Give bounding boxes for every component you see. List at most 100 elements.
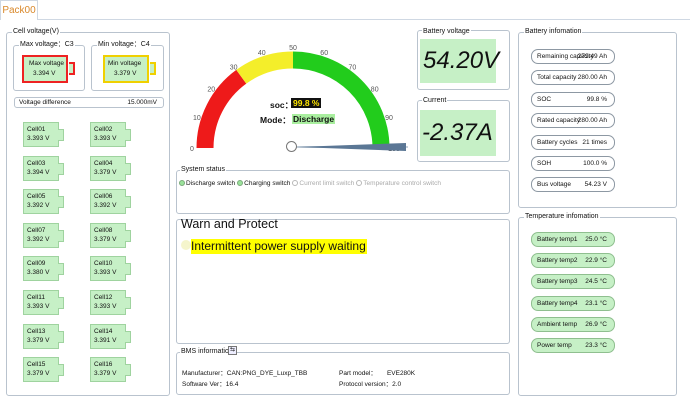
max-voltage-value: 3.394 V	[33, 70, 56, 77]
cell-battery: Cell03 3.394 V	[23, 155, 64, 181]
battery-info-label: SOH	[537, 160, 552, 167]
status-item: Charging switch	[237, 180, 290, 187]
main-content: Cell voltage(V) Max voltage：C3 Max volta…	[0, 20, 690, 403]
temperature-label: Ambient temp	[537, 320, 578, 328]
status-label: Temperature control switch	[363, 180, 441, 187]
cell-name: Cell11	[27, 294, 45, 301]
temperature-value: 25.0 °C	[585, 236, 607, 243]
status-radio-icon	[237, 180, 244, 186]
status-label: Charging switch	[244, 180, 291, 187]
status-item: Current limit switch	[292, 180, 354, 187]
software-label: Software Ver：	[182, 381, 226, 388]
gauge-tick-label: 80	[371, 87, 379, 94]
cell-value: 3.379 V	[94, 168, 117, 176]
battery-info-item: SOC 99.8 %	[531, 91, 615, 107]
model-label: Part model：	[339, 370, 377, 377]
battery-info-item: Remaining capacity 279.49 Ah	[531, 49, 615, 64]
gauge-tick-label: 50	[289, 45, 297, 52]
cell-battery: Cell01 3.393 V	[23, 122, 64, 147]
system-status-items: Discharge switch Charging switch Current l…	[179, 180, 443, 187]
cell-name: Cell12	[94, 294, 113, 301]
gauge-tick-label: 30	[230, 64, 238, 71]
cell-value: 3.394 V	[27, 168, 50, 176]
cell-name: Cell07	[27, 226, 46, 234]
cell-battery: Cell09 3.380 V	[23, 256, 64, 282]
gauge-tick-label: 40	[258, 50, 266, 57]
warn-indicator-icon	[181, 240, 191, 250]
battery-info-label: Battery cycles	[537, 138, 578, 146]
temperature-value: 23.3 °C	[585, 342, 607, 349]
temperature-label: Battery temp4	[537, 299, 578, 307]
battery-info-label: Bus voltage	[537, 181, 571, 189]
battery-info-title: Battery infomation	[524, 28, 583, 36]
refresh-icon[interactable]: ⇆	[228, 346, 237, 355]
protocol-label: Protocol version：	[339, 381, 393, 388]
cell-value: 3.379 V	[94, 235, 117, 243]
cell-battery: Cell13 3.379 V	[23, 323, 64, 349]
voltage-difference-label: Voltage difference	[19, 99, 71, 106]
battery-info-label: Total capacity	[537, 74, 577, 82]
system-status-group	[176, 170, 510, 214]
battery-info-item: Total capacity 280.00 Ah	[531, 70, 615, 86]
warn-protect-title: Warn and Protect	[181, 217, 278, 231]
battery-info-value: 279.49 Ah	[577, 53, 607, 60]
manufacturer-label: Manufacturer：	[182, 370, 227, 377]
cell-name: Cell04	[94, 159, 113, 167]
status-radio-icon	[292, 180, 299, 186]
cell-battery: Cell08 3.379 V	[90, 222, 131, 248]
cell-name: Cell06	[94, 193, 113, 201]
cell-battery: Cell14 3.391 V	[90, 323, 131, 349]
cell-battery: Cell10 3.393 V	[90, 256, 131, 282]
status-radio-icon	[179, 180, 185, 186]
max-voltage-battery: Max voltage 3.394 V	[22, 55, 68, 83]
battery-voltage-title: Battery voltage	[422, 28, 471, 36]
temperature-item: Battery temp2 22.9 °C	[531, 253, 615, 269]
temperature-value: 26.9 °C	[585, 320, 607, 328]
cell-battery: Cell05 3.392 V	[23, 189, 64, 215]
gauge-tick-label: 90	[385, 115, 393, 122]
software-row: Software Ver：16.4	[182, 378, 238, 388]
battery-info-value: 280.00 Ah	[577, 74, 607, 82]
cell-name: Cell16	[94, 361, 113, 369]
cell-name: Cell09	[27, 260, 46, 268]
gauge-tick-label: 0	[190, 146, 194, 153]
cell-value: 3.379 V	[27, 336, 50, 344]
manufacturer-row: Manufacturer：CAN:PNG_DYE_Luxp_TBB	[182, 367, 307, 377]
cell-value: 3.379 V	[94, 370, 117, 378]
cell-voltage-title: Cell voltage(V)	[12, 28, 60, 36]
cell-value: 3.392 V	[27, 202, 50, 210]
status-label: Current limit switch	[299, 180, 355, 187]
status-radio-icon	[356, 180, 363, 186]
cell-battery: Cell04 3.379 V	[90, 155, 131, 181]
cell-value: 3.392 V	[27, 235, 50, 243]
min-battery-terminal	[150, 62, 156, 75]
soc-gauge: 0102030405060708090100 soc： 99.8 % Mode：…	[176, 30, 412, 158]
gauge-tick-label: 20	[207, 87, 215, 94]
system-status-title: System status	[180, 166, 226, 174]
temperature-label: Battery temp3	[537, 278, 578, 286]
cell-name: Cell01	[27, 126, 46, 133]
tab-pack00[interactable]: Pack00	[0, 0, 38, 20]
status-item: Discharge switch	[179, 180, 235, 187]
soc-value: 99.8 %	[291, 98, 322, 108]
temperature-item: Battery temp3 24.5 °C	[531, 274, 615, 290]
temperature-title: Temperature infomation	[524, 213, 600, 221]
voltage-difference-row: Voltage difference 15.000mV	[14, 97, 164, 108]
battery-info-label: SOC	[537, 95, 552, 103]
cell-value: 3.393 V	[94, 269, 117, 277]
status-item: Temperature control switch	[356, 180, 441, 187]
current-title: Current	[422, 97, 448, 105]
cell-name: Cell13	[27, 327, 46, 335]
cell-name: Cell03	[27, 159, 46, 167]
cell-name: Cell05	[27, 193, 46, 201]
temperature-value: 23.1 °C	[585, 299, 607, 307]
tab-bar: Pack00	[0, 0, 690, 20]
temperature-label: Battery temp1	[537, 236, 578, 243]
battery-info-value: 280.00 Ah	[577, 117, 607, 125]
model-row: Part model： EVE280K	[339, 367, 415, 377]
cell-value: 3.393 V	[27, 135, 50, 142]
cell-battery: Cell07 3.392 V	[23, 222, 64, 248]
cell-battery: Cell06 3.392 V	[90, 189, 131, 215]
cell-name: Cell02	[94, 126, 113, 133]
cell-battery: Cell15 3.379 V	[23, 357, 64, 383]
